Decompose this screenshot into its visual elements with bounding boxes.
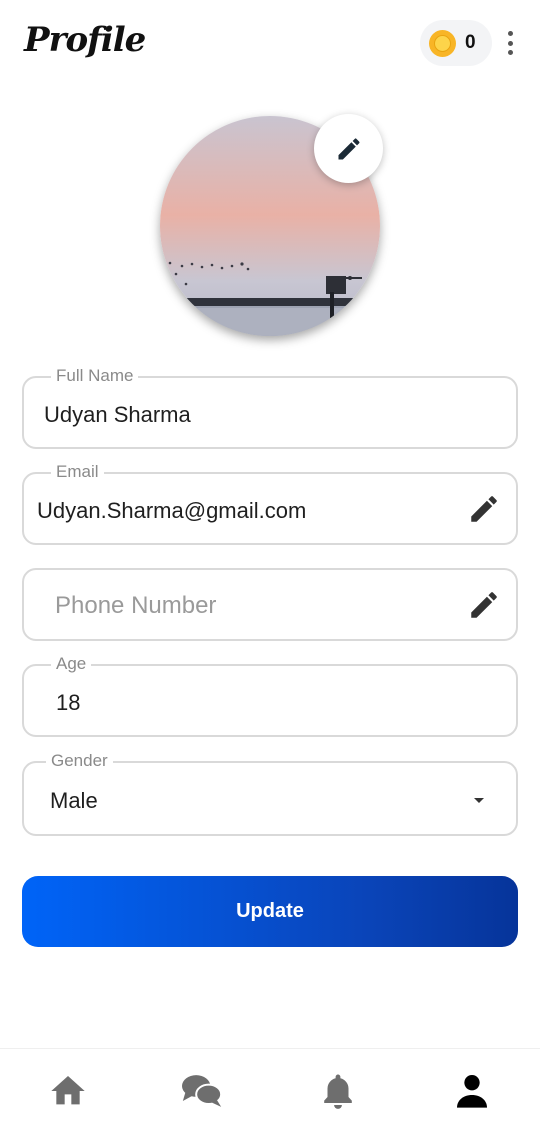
more-vert-icon: [507, 31, 513, 36]
full-name-field[interactable]: Full Name Udyan Sharma: [22, 365, 518, 449]
chat-icon: [182, 1075, 223, 1107]
full-name-value: Udyan Sharma: [44, 402, 191, 427]
email-field[interactable]: Email Udyan.Sharma@gmail.com: [22, 461, 518, 545]
bottom-navigation: [0, 1048, 540, 1132]
edit-photo-button[interactable]: [314, 114, 383, 183]
age-value: 18: [56, 690, 81, 715]
pencil-icon: [471, 495, 497, 522]
age-field[interactable]: Age 18: [22, 653, 518, 737]
age-label: Age: [51, 653, 92, 675]
person-icon: [457, 1075, 487, 1108]
bell-icon: [324, 1074, 352, 1109]
more-vert-icon-dot: [507, 50, 513, 55]
pencil-icon: [471, 591, 497, 618]
nav-home[interactable]: [46, 1069, 90, 1113]
gender-value: Male: [50, 788, 98, 813]
coin-balance-chip[interactable]: 0: [420, 20, 492, 66]
phone-field[interactable]: Phone Number: [22, 568, 518, 641]
home-icon: [51, 1076, 85, 1105]
dropdown-arrow-icon: [474, 798, 484, 803]
coin-icon: [429, 29, 456, 57]
email-label: Email: [51, 461, 104, 483]
phone-placeholder: Phone Number: [55, 592, 217, 619]
page-title: Profile: [24, 20, 146, 60]
email-value: Udyan.Sharma@gmail.com: [37, 498, 307, 523]
edit-phone-button[interactable]: [466, 587, 502, 623]
coin-count: 0: [465, 32, 476, 53]
more-vert-icon-dot: [507, 40, 513, 46]
full-name-label: Full Name: [51, 365, 139, 387]
nav-profile[interactable]: [450, 1069, 494, 1113]
pencil-icon: [338, 137, 360, 159]
app-bar: Profile 0: [0, 0, 540, 90]
update-button[interactable]: Update: [22, 876, 518, 947]
edit-email-button[interactable]: [466, 491, 502, 527]
gender-label: Gender: [46, 750, 113, 772]
gender-dropdown[interactable]: Gender Male: [22, 750, 518, 836]
nav-notifications[interactable]: [316, 1069, 360, 1113]
more-options-button[interactable]: [498, 28, 522, 58]
nav-chat[interactable]: [180, 1069, 224, 1113]
